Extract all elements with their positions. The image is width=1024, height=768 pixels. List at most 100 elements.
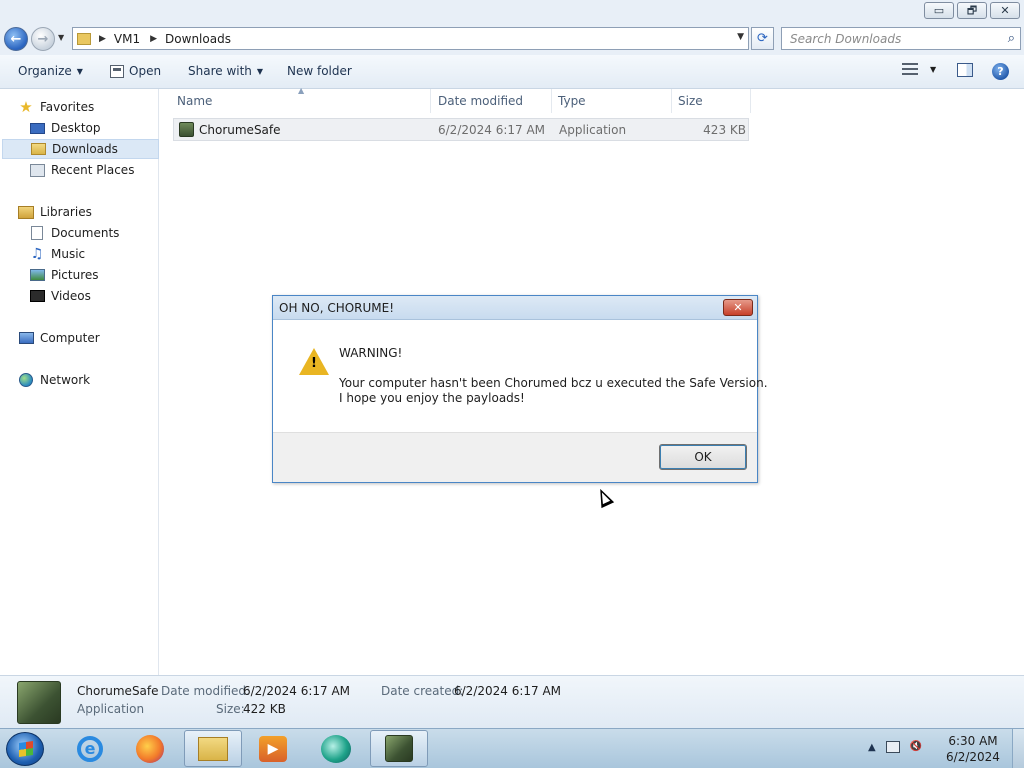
search-icon[interactable]: ⌕	[1008, 31, 1015, 46]
computer-icon	[18, 331, 34, 345]
dialog-title: OH NO, CHORUME!	[279, 301, 395, 315]
help-button[interactable]: ?	[992, 63, 1009, 80]
network-icon	[18, 373, 34, 387]
dialog-close-button[interactable]: ✕	[723, 299, 753, 316]
recent-pages-dropdown[interactable]: ▼	[58, 33, 64, 42]
preview-pane-icon	[957, 63, 973, 77]
show-hidden-icons-icon[interactable]: ▲	[868, 742, 876, 753]
nav-recent-places[interactable]: Recent Places	[2, 160, 159, 180]
column-header-date-modified[interactable]: Date modified	[432, 89, 552, 113]
breadcrumb-separator-icon[interactable]: ▶	[150, 34, 157, 44]
nav-documents[interactable]: Documents	[2, 223, 159, 243]
nav-label: Computer	[40, 331, 100, 345]
nav-network[interactable]: Network	[18, 370, 175, 390]
start-button[interactable]	[6, 732, 44, 766]
chorumesafe-app-icon	[385, 735, 413, 762]
nav-label: Videos	[51, 289, 91, 303]
taskbar-windows-media-player[interactable]	[307, 730, 365, 767]
organize-button[interactable]: Organize ▼	[18, 64, 83, 78]
taskbar-media-center[interactable]: ▶	[244, 730, 302, 767]
taskbar-firefox[interactable]	[121, 730, 179, 767]
details-pane: ChorumeSafe Application Date modified: 6…	[0, 675, 1024, 728]
new-folder-button[interactable]: New folder	[287, 64, 352, 78]
details-date-modified-label: Date modified:	[161, 684, 251, 698]
breadcrumb-separator-icon[interactable]: ▶	[99, 34, 106, 44]
details-file-type: Application	[77, 702, 145, 716]
share-with-label: Share with	[188, 64, 252, 78]
taskbar-chorumesafe[interactable]	[370, 730, 428, 767]
network-status-icon[interactable]	[885, 741, 900, 753]
taskbar-internet-explorer[interactable]: e	[61, 730, 119, 767]
details-date-created-label: Date created:	[381, 684, 464, 698]
show-desktop-button[interactable]	[1012, 729, 1024, 768]
recent-places-icon	[29, 163, 45, 177]
media-center-icon: ▶	[259, 735, 287, 762]
refresh-button[interactable]: ⟳	[751, 27, 774, 50]
search-input[interactable]: Search Downloads ⌕	[781, 27, 1021, 50]
close-button[interactable]: ✕	[990, 2, 1020, 19]
column-header-name[interactable]: Name	[171, 89, 431, 113]
forward-button[interactable]: →	[31, 27, 55, 51]
nav-favorites[interactable]: ★ Favorites	[18, 97, 175, 117]
nav-label: Downloads	[52, 142, 118, 156]
share-with-button[interactable]: Share with ▼	[188, 64, 263, 78]
details-size-label: Size:	[216, 702, 245, 716]
breadcrumb-downloads[interactable]: Downloads	[165, 32, 231, 46]
application-large-icon	[17, 681, 61, 724]
new-folder-label: New folder	[287, 64, 352, 78]
column-header-type[interactable]: Type	[552, 89, 672, 113]
restore-button[interactable]: 🗗	[957, 2, 987, 19]
nav-music[interactable]: ♫ Music	[2, 244, 159, 264]
nav-downloads[interactable]: Downloads	[2, 139, 159, 159]
details-file-name: ChorumeSafe	[77, 684, 159, 698]
breadcrumb-vm1[interactable]: VM1	[114, 32, 140, 46]
nav-computer[interactable]: Computer	[18, 328, 175, 348]
caption-buttons: ▭ 🗗 ✕	[924, 2, 1020, 19]
back-button[interactable]: ←	[4, 27, 28, 51]
minimize-button[interactable]: ▭	[924, 2, 954, 19]
ok-button[interactable]: OK	[659, 444, 747, 470]
details-size: 422 KB	[243, 702, 286, 716]
chevron-down-icon[interactable]: ▼	[930, 65, 936, 74]
file-row-chorumesafe[interactable]: ChorumeSafe 6/2/2024 6:17 AM Application…	[173, 118, 749, 141]
organize-label: Organize	[18, 64, 72, 78]
dialog-message-line-1: Your computer hasn't been Chorumed bcz u…	[339, 376, 768, 390]
nav-desktop[interactable]: Desktop	[2, 118, 159, 138]
documents-icon	[29, 226, 45, 240]
address-history-dropdown[interactable]: ▼	[737, 32, 744, 42]
taskbar: e ▶ ▲ 🔇 6:30 AM 6/2/2024	[0, 728, 1024, 768]
details-date-modified: 6/2/2024 6:17 AM	[243, 684, 351, 698]
warning-dialog: OH NO, CHORUME! ✕ ! WARNING! Your comput…	[272, 295, 768, 483]
dialog-message-line-2: I hope you enjoy the payloads!	[339, 391, 525, 405]
open-button[interactable]: Open	[110, 64, 161, 78]
nav-libraries[interactable]: Libraries	[18, 202, 175, 222]
videos-icon	[29, 289, 45, 303]
nav-label: Network	[40, 373, 91, 387]
nav-label: Desktop	[51, 121, 101, 135]
open-label: Open	[129, 64, 162, 78]
nav-label: Documents	[51, 226, 120, 240]
address-bar[interactable]: ▶ VM1 ▶ Downloads ▼	[72, 27, 749, 50]
system-clock[interactable]: 6:30 AM 6/2/2024	[940, 733, 1006, 765]
chevron-down-icon: ▼	[256, 66, 264, 76]
dialog-titlebar[interactable]: OH NO, CHORUME! ✕	[273, 296, 757, 320]
command-toolbar: Organize ▼ Open Share with ▼ New folder …	[0, 55, 1024, 89]
column-header-size[interactable]: Size	[672, 89, 751, 113]
file-type: Application	[559, 123, 627, 137]
dialog-heading: WARNING!	[339, 346, 403, 360]
taskbar-windows-explorer[interactable]	[184, 730, 242, 767]
preview-pane-button[interactable]	[957, 63, 973, 77]
internet-explorer-icon: e	[77, 735, 103, 762]
file-size: 423 KB	[703, 123, 746, 137]
warning-exclamation-icon: !	[311, 356, 317, 371]
desktop-icon	[29, 121, 45, 135]
nav-label: Pictures	[51, 268, 99, 282]
nav-videos[interactable]: Videos	[2, 286, 159, 306]
windows-explorer-icon	[198, 736, 228, 761]
nav-label: Recent Places	[51, 163, 135, 177]
change-view-button[interactable]: ▼	[902, 63, 936, 75]
volume-muted-icon[interactable]: 🔇	[910, 741, 924, 753]
clock-time: 6:30 AM	[948, 734, 998, 748]
window-titlebar: ▭ 🗗 ✕	[0, 0, 1024, 24]
nav-pictures[interactable]: Pictures	[2, 265, 159, 285]
